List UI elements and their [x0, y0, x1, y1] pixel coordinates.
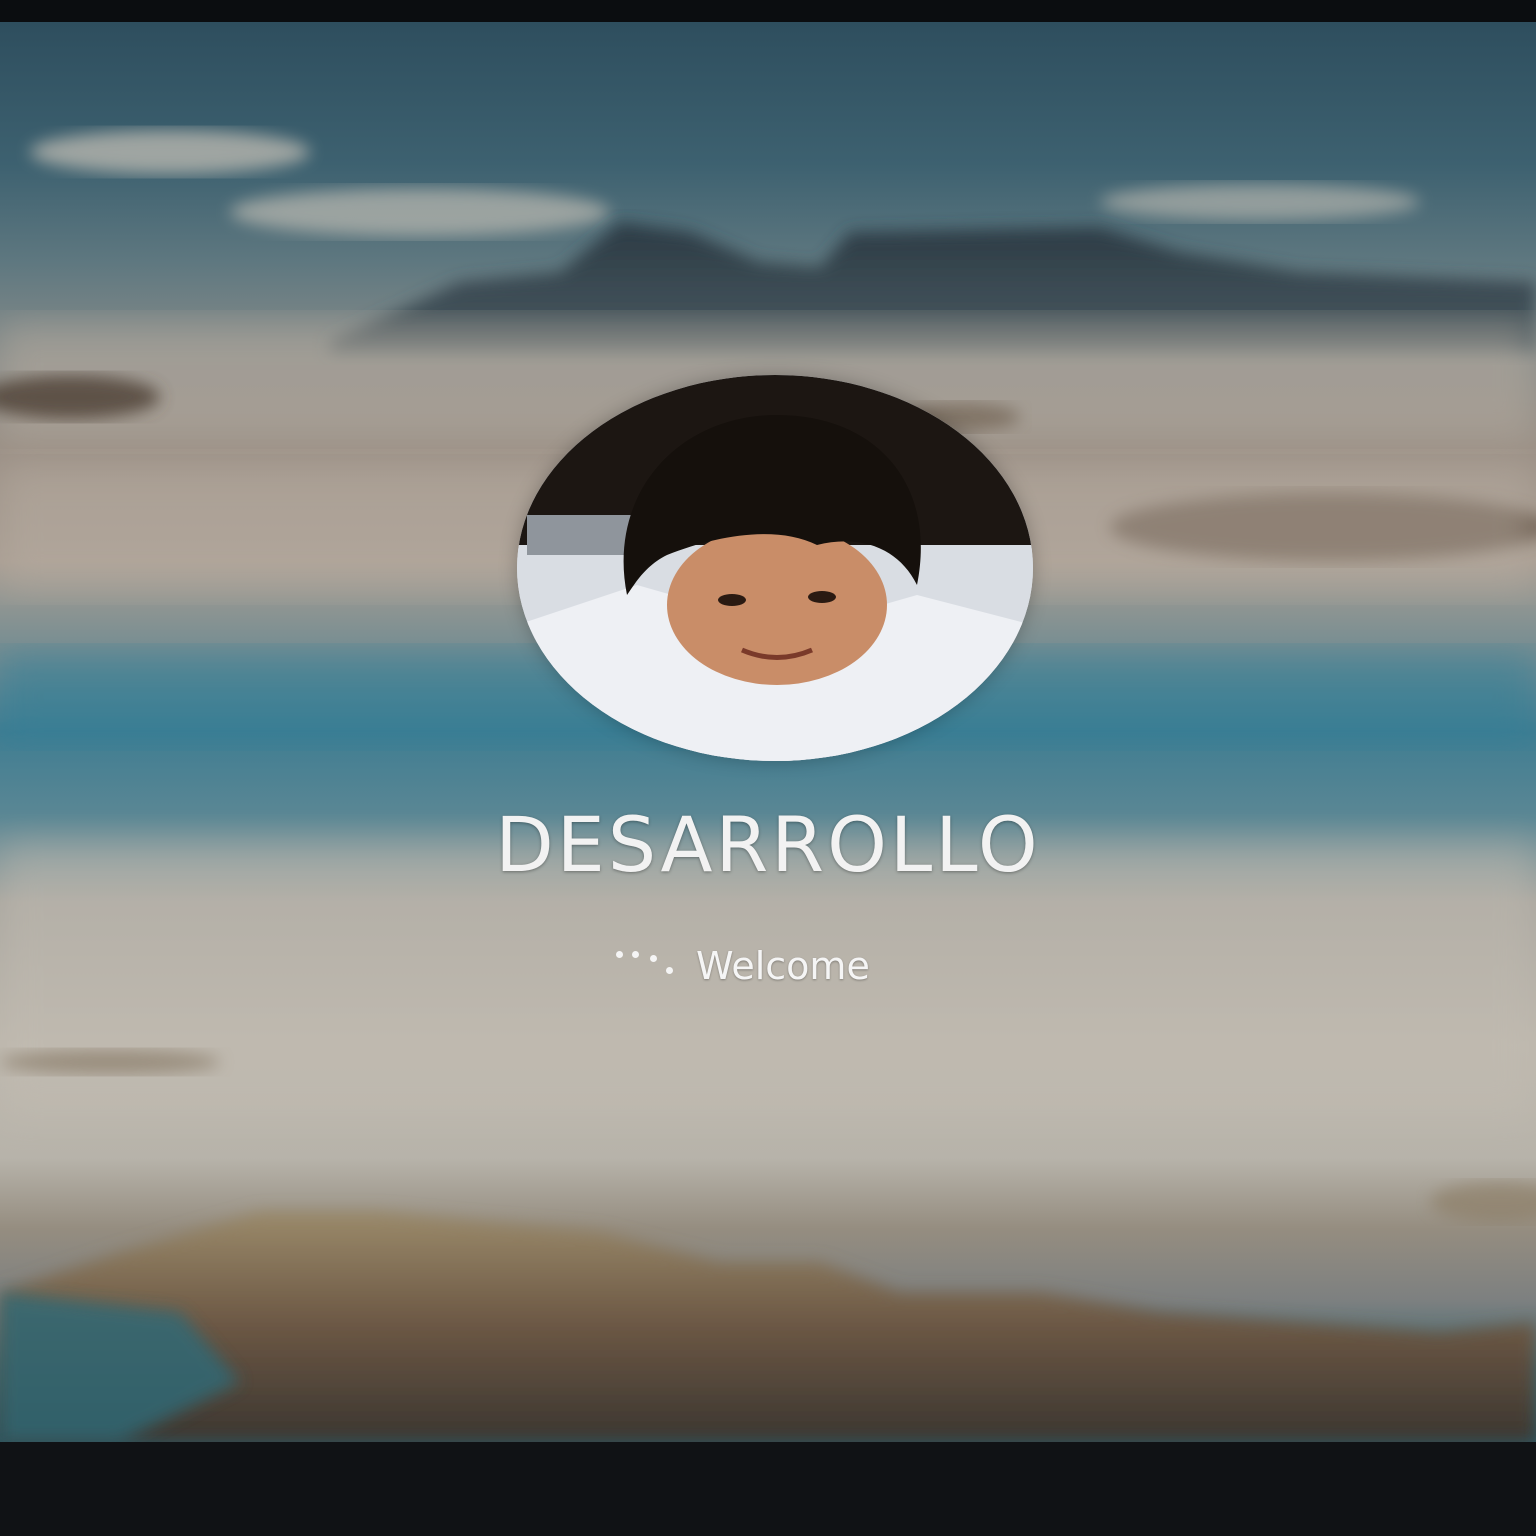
monitor-bezel-top — [0, 0, 1536, 22]
status-row: Welcome — [608, 927, 870, 988]
monitor-bezel-bottom — [0, 1442, 1536, 1536]
username-label: DESARROLLO — [495, 800, 1041, 889]
status-text: Welcome — [696, 944, 870, 988]
user-avatar — [517, 375, 1033, 761]
login-screen: DESARROLLO Welcome — [0, 22, 1536, 1442]
loading-dots-icon — [608, 927, 688, 987]
user-photo — [517, 375, 1033, 761]
